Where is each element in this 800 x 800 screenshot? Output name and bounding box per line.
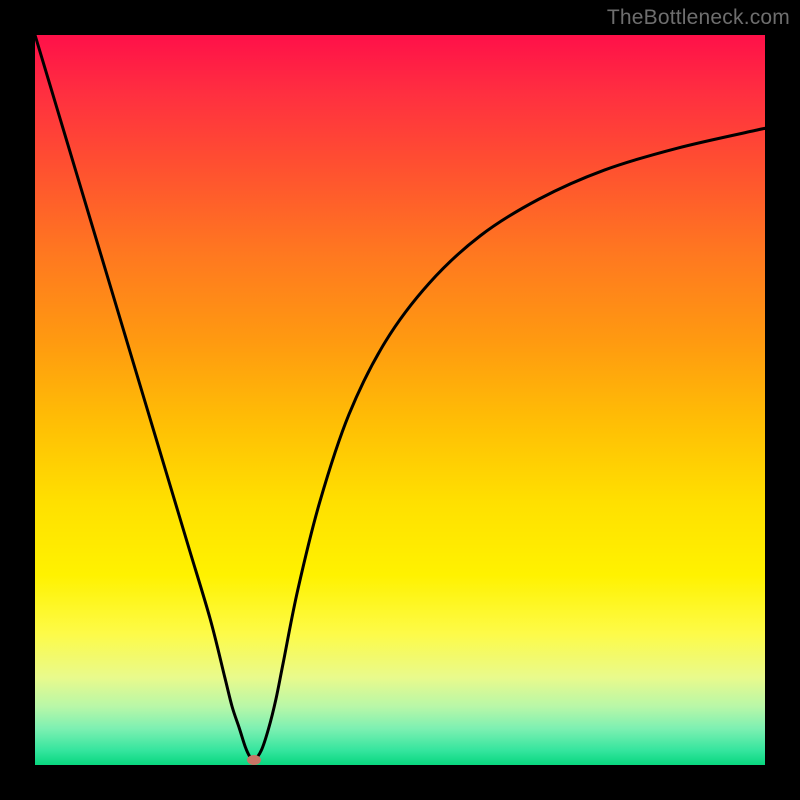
- plot-area: [35, 35, 765, 765]
- minimum-marker: [247, 755, 261, 765]
- watermark-text: TheBottleneck.com: [607, 6, 790, 30]
- bottleneck-curve: [35, 35, 765, 765]
- curve-path: [35, 35, 766, 760]
- chart-frame: TheBottleneck.com: [0, 0, 800, 800]
